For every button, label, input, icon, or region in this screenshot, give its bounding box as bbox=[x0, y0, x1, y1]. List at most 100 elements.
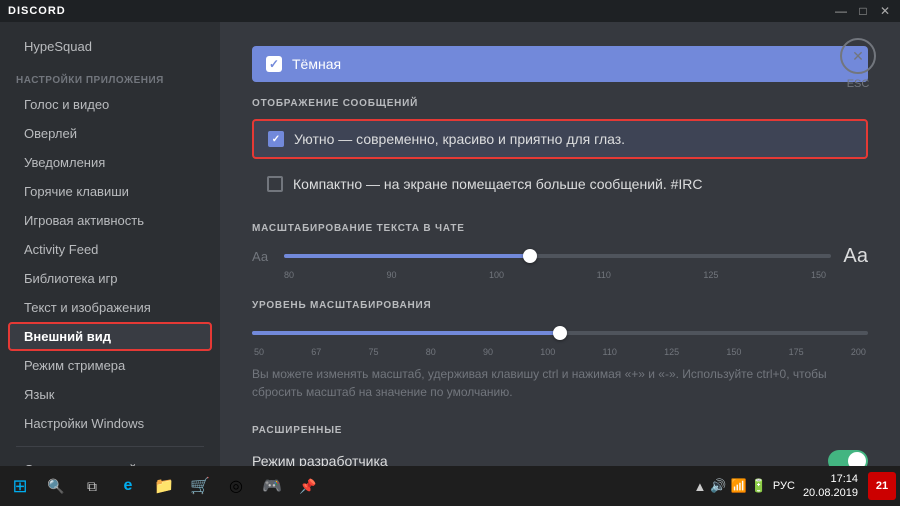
search-button[interactable]: 🔍 bbox=[40, 470, 72, 502]
sidebar-item-game-activity[interactable]: Игровая активность bbox=[8, 206, 212, 235]
toggle-knob bbox=[848, 452, 866, 466]
tray-icons: ▲ 🔊 📶 🔋 bbox=[693, 478, 766, 494]
cozy-checkbox bbox=[268, 131, 284, 147]
zoom-level-label: УРОВЕНЬ МАСШТАБИРОВАНИЯ bbox=[252, 300, 868, 311]
dev-mode-row: Режим разработчика bbox=[252, 450, 868, 466]
esc-button-container: ✕ ESC bbox=[840, 38, 876, 90]
content-area: ✕ ESC Тёмная ОТОБРАЖЕНИЕ СООБЩЕНИЙ Уютно… bbox=[220, 22, 900, 466]
store-button[interactable]: 🛒 bbox=[184, 470, 216, 502]
task-view-button[interactable]: ⧉ bbox=[76, 470, 108, 502]
zoom-tick-67: 67 bbox=[311, 347, 321, 357]
zoom-tick-175: 175 bbox=[789, 347, 804, 357]
store-icon: 🛒 bbox=[190, 476, 210, 496]
sidebar-section-label: НАСТРОЙКИ ПРИЛОЖЕНИЯ bbox=[0, 67, 220, 90]
sidebar-item-notifications[interactable]: Уведомления bbox=[8, 148, 212, 177]
text-scale-thumb[interactable] bbox=[523, 249, 537, 263]
pinned-icon: 📌 bbox=[299, 478, 316, 495]
compact-label: Компактно — на экране помещается больше … bbox=[293, 176, 703, 192]
sidebar-item-text-images[interactable]: Текст и изображения bbox=[8, 293, 212, 322]
start-button[interactable]: ⊞ bbox=[4, 470, 36, 502]
zoom-level-row bbox=[252, 321, 868, 345]
zoom-tick-80: 80 bbox=[426, 347, 436, 357]
maximize-button[interactable]: □ bbox=[856, 4, 870, 18]
minimize-button[interactable]: — bbox=[834, 4, 848, 18]
esc-label: ESC bbox=[847, 78, 870, 90]
zoom-tick-200: 200 bbox=[851, 347, 866, 357]
text-scale-row: Аа Аа bbox=[252, 244, 868, 268]
cozy-label: Уютно — современно, красиво и приятно дл… bbox=[294, 131, 625, 147]
zoom-tick-75: 75 bbox=[369, 347, 379, 357]
zoom-level-slider-container[interactable] bbox=[252, 321, 868, 345]
titlebar: DISCORD — □ ✕ bbox=[0, 0, 900, 22]
dark-theme-checkbox bbox=[266, 56, 282, 72]
sidebar-item-overlay[interactable]: Оверлей bbox=[8, 119, 212, 148]
dark-theme-option[interactable]: Тёмная bbox=[252, 46, 868, 82]
sidebar-item-language[interactable]: Язык bbox=[8, 380, 212, 409]
text-scale-slider-container[interactable] bbox=[284, 244, 831, 268]
zoom-tick-50: 50 bbox=[254, 347, 264, 357]
text-scale-ticks: 80 90 100 110 125 150 bbox=[282, 270, 828, 280]
zoom-tick-100: 100 bbox=[540, 347, 555, 357]
dev-mode-label: Режим разработчика bbox=[252, 453, 388, 466]
task-view-icon: ⧉ bbox=[87, 478, 97, 495]
folder-icon: 📁 bbox=[154, 476, 174, 496]
sidebar: HypeSquad НАСТРОЙКИ ПРИЛОЖЕНИЯ Голос и в… bbox=[0, 22, 220, 466]
tick-80: 80 bbox=[284, 270, 294, 280]
language-indicator: РУС bbox=[773, 480, 795, 492]
cozy-option[interactable]: Уютно — современно, красиво и приятно дл… bbox=[252, 119, 868, 159]
sidebar-item-streamer-mode[interactable]: Режим стримера bbox=[8, 351, 212, 380]
zoom-level-thumb[interactable] bbox=[553, 326, 567, 340]
sidebar-item-hypesquad[interactable]: HypeSquad bbox=[8, 32, 212, 61]
discord-button[interactable]: 🎮 bbox=[256, 470, 288, 502]
text-scale-track bbox=[284, 254, 831, 258]
chrome-button[interactable]: ◎ bbox=[220, 470, 252, 502]
pinned-button[interactable]: 📌 bbox=[292, 470, 324, 502]
zoom-tick-150: 150 bbox=[726, 347, 741, 357]
sidebar-item-game-library[interactable]: Библиотека игр bbox=[8, 264, 212, 293]
sidebar-item-windows-settings[interactable]: Настройки Windows bbox=[8, 409, 212, 438]
taskbar-clock: 17:14 20.08.2019 bbox=[803, 472, 862, 501]
text-scale-label: МАСШТАБИРОВАНИЕ ТЕКСТА В ЧАТЕ bbox=[252, 223, 868, 234]
taskbar: ⊞ 🔍 ⧉ e 📁 🛒 ◎ 🎮 📌 ▲ 🔊 📶 bbox=[0, 466, 900, 506]
window-controls: — □ ✕ bbox=[834, 4, 892, 18]
sidebar-item-changelog[interactable]: Список изменений bbox=[8, 455, 212, 466]
dark-theme-label: Тёмная bbox=[292, 56, 341, 72]
close-button[interactable]: ✕ bbox=[878, 4, 892, 18]
compact-checkbox bbox=[267, 176, 283, 192]
zoom-level-track bbox=[252, 331, 868, 335]
tray-volume-icon[interactable]: 🔊 bbox=[710, 478, 726, 494]
dev-mode-toggle[interactable] bbox=[828, 450, 868, 466]
chrome-icon: ◎ bbox=[229, 476, 243, 496]
clock-time: 17:14 bbox=[803, 472, 858, 486]
sidebar-item-voice[interactable]: Голос и видео bbox=[8, 90, 212, 119]
discord-taskbar-icon: 🎮 bbox=[262, 476, 282, 496]
sidebar-item-hotkeys[interactable]: Горячие клавиши bbox=[8, 177, 212, 206]
taskbar-start: ⊞ 🔍 ⧉ e 📁 🛒 ◎ 🎮 📌 bbox=[4, 470, 324, 502]
text-scale-big-label: Аа bbox=[843, 245, 868, 268]
zoom-tick-110: 110 bbox=[603, 347, 617, 357]
edge-button[interactable]: e bbox=[112, 470, 144, 502]
tick-90: 90 bbox=[387, 270, 397, 280]
zoom-tick-125: 125 bbox=[664, 347, 679, 357]
zoom-level-fill bbox=[252, 331, 560, 335]
sidebar-item-appearance[interactable]: Внешний вид bbox=[8, 322, 212, 351]
edge-icon: e bbox=[124, 477, 133, 495]
taskbar-tray: ▲ 🔊 📶 🔋 РУС 17:14 20.08.2019 21 bbox=[693, 472, 896, 501]
tray-battery-icon[interactable]: 🔋 bbox=[751, 478, 767, 494]
sidebar-item-activity-feed[interactable]: Activity Feed bbox=[8, 235, 212, 264]
windows-icon: ⊞ bbox=[12, 476, 27, 497]
notification-badge[interactable]: 21 bbox=[868, 472, 896, 500]
clock-date: 20.08.2019 bbox=[803, 486, 858, 500]
folder-button[interactable]: 📁 bbox=[148, 470, 180, 502]
advanced-section-label: РАСШИРЕННЫЕ bbox=[252, 425, 868, 436]
compact-option[interactable]: Компактно — на экране помещается больше … bbox=[252, 165, 868, 203]
zoom-info-text: Вы можете изменять масштаб, удерживая кл… bbox=[252, 365, 868, 401]
app-logo: DISCORD bbox=[8, 5, 66, 17]
main-layout: HypeSquad НАСТРОЙКИ ПРИЛОЖЕНИЯ Голос и в… bbox=[0, 22, 900, 466]
esc-button[interactable]: ✕ bbox=[840, 38, 876, 74]
tick-125: 125 bbox=[703, 270, 718, 280]
tray-network-icon[interactable]: 📶 bbox=[731, 478, 747, 494]
tray-arrow-icon[interactable]: ▲ bbox=[693, 479, 706, 494]
sidebar-divider bbox=[16, 446, 204, 447]
tick-110: 110 bbox=[597, 270, 611, 280]
